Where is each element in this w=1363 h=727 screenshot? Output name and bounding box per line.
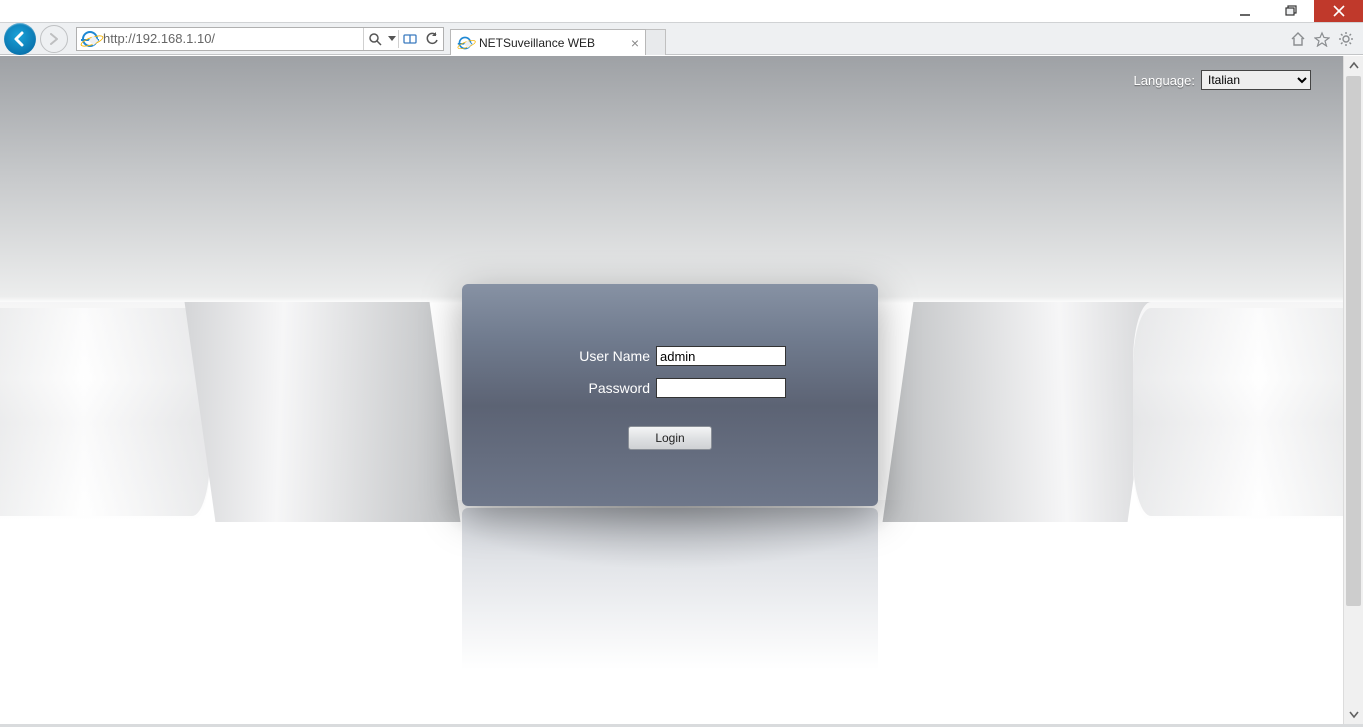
- login-panel: User Name Password Login: [462, 284, 878, 506]
- window-controls: [1222, 0, 1363, 22]
- login-reflection: [462, 508, 878, 688]
- search-dropdown-icon[interactable]: [386, 28, 398, 50]
- nav-forward-button[interactable]: [40, 25, 68, 53]
- tab-active[interactable]: NETSuveillance WEB ×: [450, 29, 646, 55]
- password-label: Password: [554, 380, 650, 396]
- minimize-icon: [1239, 5, 1251, 17]
- new-tab-button[interactable]: [646, 29, 666, 55]
- language-select[interactable]: Italian: [1201, 70, 1311, 90]
- toolbar-right: [1289, 30, 1355, 48]
- login-button[interactable]: Login: [628, 426, 712, 450]
- address-tools: [363, 28, 443, 50]
- address-input[interactable]: [103, 31, 363, 46]
- username-input[interactable]: [656, 346, 786, 366]
- site-favicon: [80, 29, 100, 49]
- username-row: User Name: [554, 346, 786, 366]
- scroll-down-button[interactable]: [1344, 704, 1363, 724]
- window-minimize-button[interactable]: [1222, 0, 1268, 22]
- page-body: Language: Italian User Name Password Log…: [0, 56, 1343, 724]
- search-icon[interactable]: [364, 28, 386, 50]
- tab-title: NETSuveillance WEB: [479, 36, 631, 50]
- tab-close-button[interactable]: ×: [631, 36, 639, 50]
- nav-back-button[interactable]: [4, 23, 36, 55]
- username-label: User Name: [554, 348, 650, 364]
- close-icon: [1333, 5, 1345, 17]
- password-row: Password: [554, 378, 786, 398]
- window-restore-button[interactable]: [1268, 0, 1314, 22]
- vertical-scrollbar[interactable]: [1343, 56, 1363, 724]
- restore-icon: [1285, 5, 1297, 17]
- window-close-button[interactable]: [1314, 0, 1363, 22]
- tab-favicon: [457, 35, 473, 51]
- language-picker: Language: Italian: [1134, 70, 1311, 90]
- tab-strip: NETSuveillance WEB ×: [450, 23, 666, 54]
- home-icon[interactable]: [1289, 30, 1307, 48]
- scroll-up-button[interactable]: [1344, 56, 1363, 76]
- compatibility-view-icon[interactable]: [399, 28, 421, 50]
- browser-viewport: Language: Italian User Name Password Log…: [0, 56, 1363, 724]
- chevron-down-icon: [1349, 709, 1359, 719]
- chevron-up-icon: [1349, 61, 1359, 71]
- ie-icon: [82, 31, 98, 47]
- language-label: Language:: [1134, 73, 1195, 88]
- favorites-icon[interactable]: [1313, 30, 1331, 48]
- address-bar: [76, 27, 444, 51]
- ie-icon: [459, 36, 472, 49]
- arrow-right-icon: [47, 32, 61, 46]
- arrow-left-icon: [11, 30, 29, 48]
- tools-icon[interactable]: [1337, 30, 1355, 48]
- login-shadow: [430, 500, 910, 570]
- browser-toolbar: NETSuveillance WEB ×: [0, 22, 1363, 55]
- password-input[interactable]: [656, 378, 786, 398]
- refresh-icon[interactable]: [421, 28, 443, 50]
- scrollbar-thumb[interactable]: [1346, 76, 1361, 606]
